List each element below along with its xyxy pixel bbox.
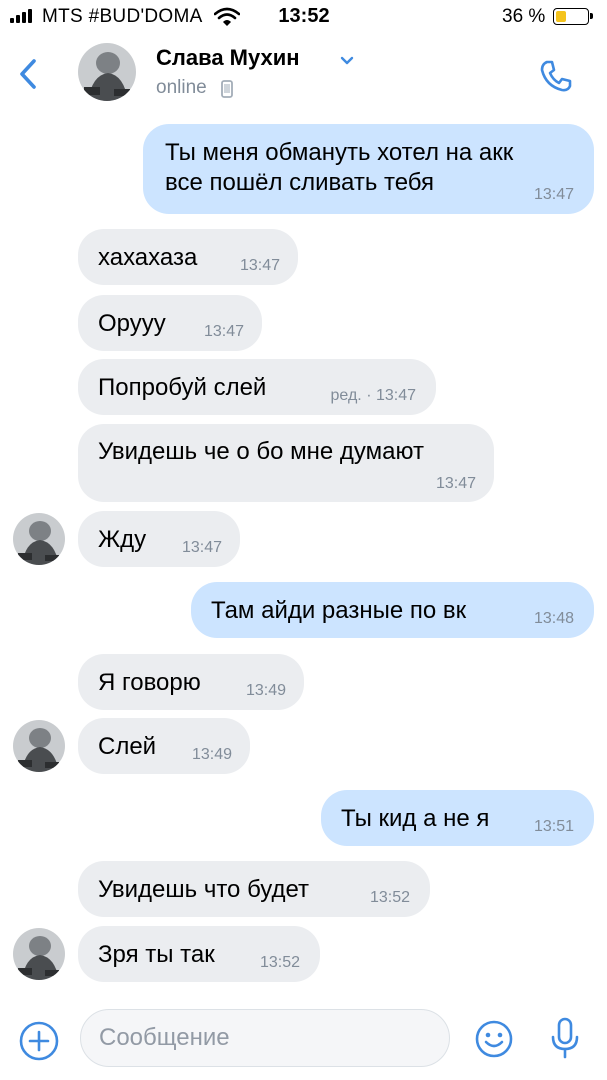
sender-avatar[interactable] [13, 513, 65, 565]
chat-header: Слава Мухин online [0, 34, 607, 112]
contact-avatar[interactable] [78, 43, 136, 101]
microphone-icon[interactable] [549, 1016, 581, 1060]
contact-status: online [156, 77, 207, 98]
message-time: 13:47 [181, 539, 222, 556]
message-composer [0, 1000, 607, 1080]
message-time: 13:48 [533, 610, 574, 627]
message-text: Увидешь че о бо мне думают [98, 438, 424, 465]
contact-name[interactable]: Слава Мухин [156, 45, 300, 71]
message-time: 13:47 [239, 257, 280, 274]
message-bubble-outgoing[interactable]: Ты кид а не я 13:51 [321, 790, 594, 846]
message-bubble-incoming[interactable]: Увидешь че о бо мне думают 13:47 [78, 424, 494, 502]
message-text: Увидешь что будет [98, 876, 310, 903]
message-time-edited: ред. · 13:47 [330, 387, 416, 404]
message-time: 13:49 [245, 682, 286, 699]
carrier-name: MTS #BUD'DOMA [42, 6, 203, 27]
message-text: Зря ты так [98, 941, 215, 968]
message-input[interactable] [80, 1009, 450, 1067]
message-time: 13:47 [533, 186, 574, 203]
signal-icon [10, 9, 36, 23]
wifi-icon [214, 7, 240, 26]
message-bubble-outgoing[interactable]: Ты меня обмануть хотел на акк все пошёл … [143, 124, 594, 214]
message-bubble-incoming[interactable]: Попробуй слей ред. · 13:47 [78, 359, 436, 415]
message-time: 13:47 [203, 323, 244, 340]
message-text: Ты кид а не я [341, 805, 490, 832]
message-bubble-incoming[interactable]: Оруyy 13:47 [78, 295, 262, 351]
smile-icon[interactable] [474, 1019, 514, 1059]
status-time: 13:52 [278, 5, 330, 27]
message-text: Слей [98, 733, 157, 760]
message-time: 13:51 [533, 818, 574, 835]
message-text: Ты меня обмануть хотел на акк все пошёл … [165, 139, 514, 196]
message-bubble-incoming[interactable]: Жду 13:47 [78, 511, 240, 567]
battery-icon [553, 8, 593, 25]
message-time: 13:52 [369, 889, 410, 906]
message-bubble-incoming[interactable]: Увидешь что будет 13:52 [78, 861, 430, 917]
message-time: 13:52 [259, 954, 300, 971]
chevron-down-icon[interactable] [337, 50, 357, 70]
mobile-icon [221, 80, 233, 98]
message-text: Попробуй слей [98, 374, 267, 401]
message-text: Оруyy [98, 310, 166, 337]
add-icon[interactable] [18, 1020, 60, 1062]
message-time: 13:49 [191, 746, 232, 763]
message-bubble-incoming[interactable]: Я говорю 13:49 [78, 654, 304, 710]
battery-percent: 36 % [502, 6, 546, 27]
message-time: 13:47 [435, 475, 476, 492]
message-bubble-incoming[interactable]: Слей 13:49 [78, 718, 250, 774]
phone-icon[interactable] [536, 56, 576, 96]
back-icon[interactable] [14, 56, 44, 92]
message-text: хахахаза [98, 244, 198, 271]
sender-avatar[interactable] [13, 928, 65, 980]
message-text: Там айди разные по вк [211, 597, 467, 624]
message-bubble-incoming[interactable]: Зря ты так 13:52 [78, 926, 320, 982]
message-bubble-incoming[interactable]: хахахаза 13:47 [78, 229, 298, 285]
message-text: Жду [98, 526, 147, 553]
message-text: Я говорю [98, 669, 201, 696]
status-bar: MTS #BUD'DOMA 13:52 36 % [0, 0, 607, 34]
message-bubble-outgoing[interactable]: Там айди разные по вк 13:48 [191, 582, 594, 638]
sender-avatar[interactable] [13, 720, 65, 772]
